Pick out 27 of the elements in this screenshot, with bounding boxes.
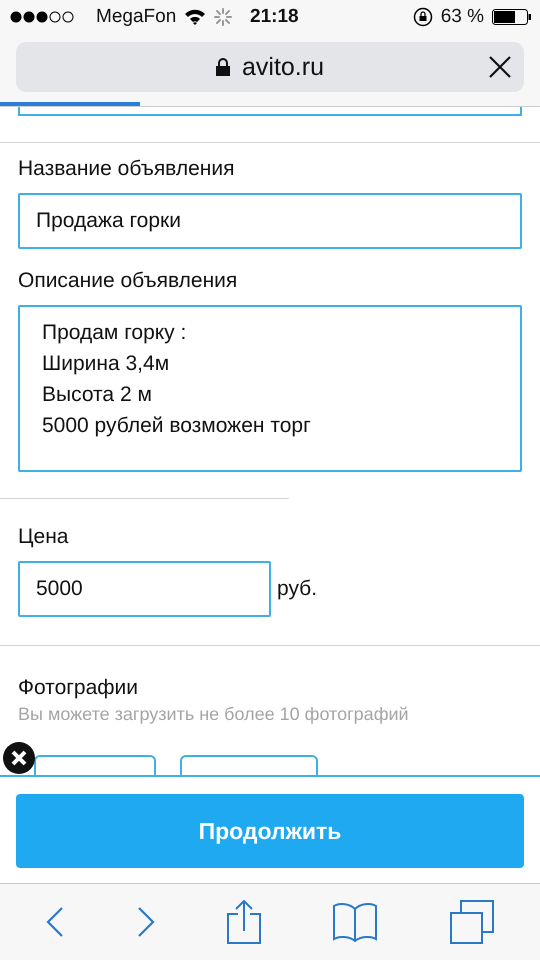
currency-label: руб. [277, 577, 318, 601]
field-label: Название объявления [18, 157, 236, 181]
input-field[interactable] [18, 107, 522, 116]
close-icon[interactable] [488, 55, 512, 79]
forward-icon[interactable] [136, 907, 155, 937]
field-label: Фотографии [18, 676, 140, 700]
back-icon[interactable] [46, 907, 64, 937]
delete-icon[interactable] [2, 741, 36, 775]
wifi-icon [184, 9, 206, 25]
lock-icon [216, 58, 230, 76]
battery-percent: 63 % [440, 6, 484, 28]
hint-text: Вы можете загрузить не более 10 фотографий [18, 704, 410, 725]
input-field[interactable]: Продажа горки [18, 193, 522, 249]
tabs-icon[interactable] [450, 900, 494, 944]
spinner-icon [214, 8, 232, 26]
field-label: Цена [18, 525, 70, 549]
url-text: avito.ru [242, 52, 324, 82]
share-icon[interactable] [226, 900, 261, 944]
carrier-name: MegaFon [96, 6, 176, 28]
price-field[interactable]: 5000 [18, 561, 271, 617]
text-area[interactable]: Продам горку : Ширина 3,4м Высота 2 м 5000 рублей возможен торг [18, 305, 522, 472]
rotation-lock-icon [412, 7, 433, 27]
book-icon[interactable] [333, 902, 378, 942]
clock-time: 21:18 [250, 6, 299, 28]
battery-icon [492, 9, 532, 25]
address-bar[interactable]: avito.ru [16, 42, 524, 92]
field-label: Описание объявления [18, 269, 238, 293]
